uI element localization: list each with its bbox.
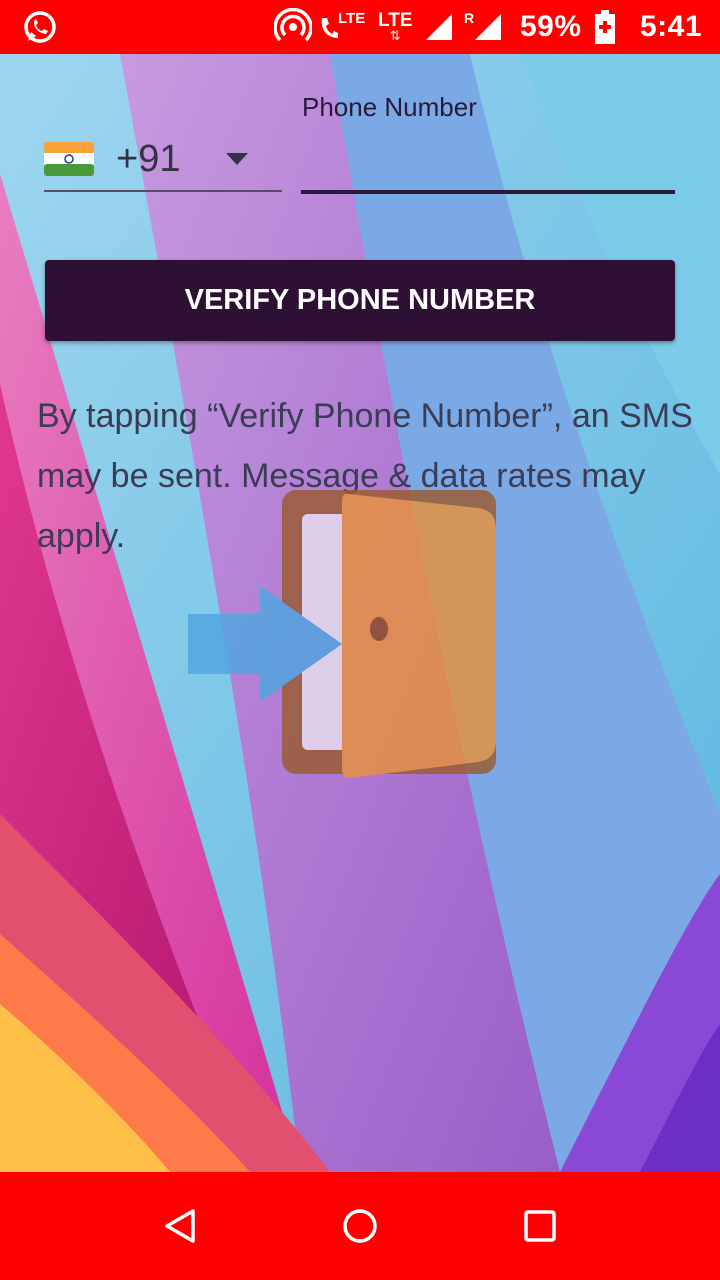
- signal-roaming-icon: R: [464, 0, 502, 54]
- battery-percent: 59%: [520, 10, 582, 43]
- phone-number-label: Phone Number: [302, 92, 477, 122]
- signal-icon: [424, 0, 454, 54]
- sign-in-door-icon: [188, 490, 496, 779]
- roaming-indicator: R: [464, 10, 475, 26]
- whatsapp-icon: [22, 0, 58, 54]
- back-button[interactable]: [120, 1172, 240, 1280]
- recents-button[interactable]: [480, 1172, 600, 1280]
- clock: 5:41: [640, 10, 703, 43]
- back-triangle-icon: [165, 1209, 195, 1243]
- phone-number-input[interactable]: [301, 130, 675, 194]
- recents-square-icon: [524, 1210, 556, 1242]
- chevron-down-icon: [226, 153, 249, 165]
- country-code-picker[interactable]: +91: [44, 128, 282, 192]
- home-button[interactable]: [300, 1172, 420, 1280]
- status-bar: LTE LTE ⇅ R 59% 5:41: [0, 0, 720, 54]
- hotspot-icon: [274, 0, 312, 54]
- verification-screen: +91 Phone Number VERIFY PHONE NUMBER By …: [0, 54, 720, 1172]
- country-code-text: +91: [116, 137, 181, 180]
- battery-charging-icon: [594, 0, 616, 54]
- call-lte-label: LTE: [338, 10, 366, 27]
- navigation-bar: [0, 1172, 720, 1280]
- call-lte-icon: LTE: [318, 0, 365, 54]
- india-flag-icon: [44, 142, 94, 176]
- verify-phone-number-button[interactable]: VERIFY PHONE NUMBER: [45, 260, 675, 341]
- home-circle-icon: [343, 1209, 377, 1243]
- data-lte-icon: LTE ⇅: [378, 10, 413, 43]
